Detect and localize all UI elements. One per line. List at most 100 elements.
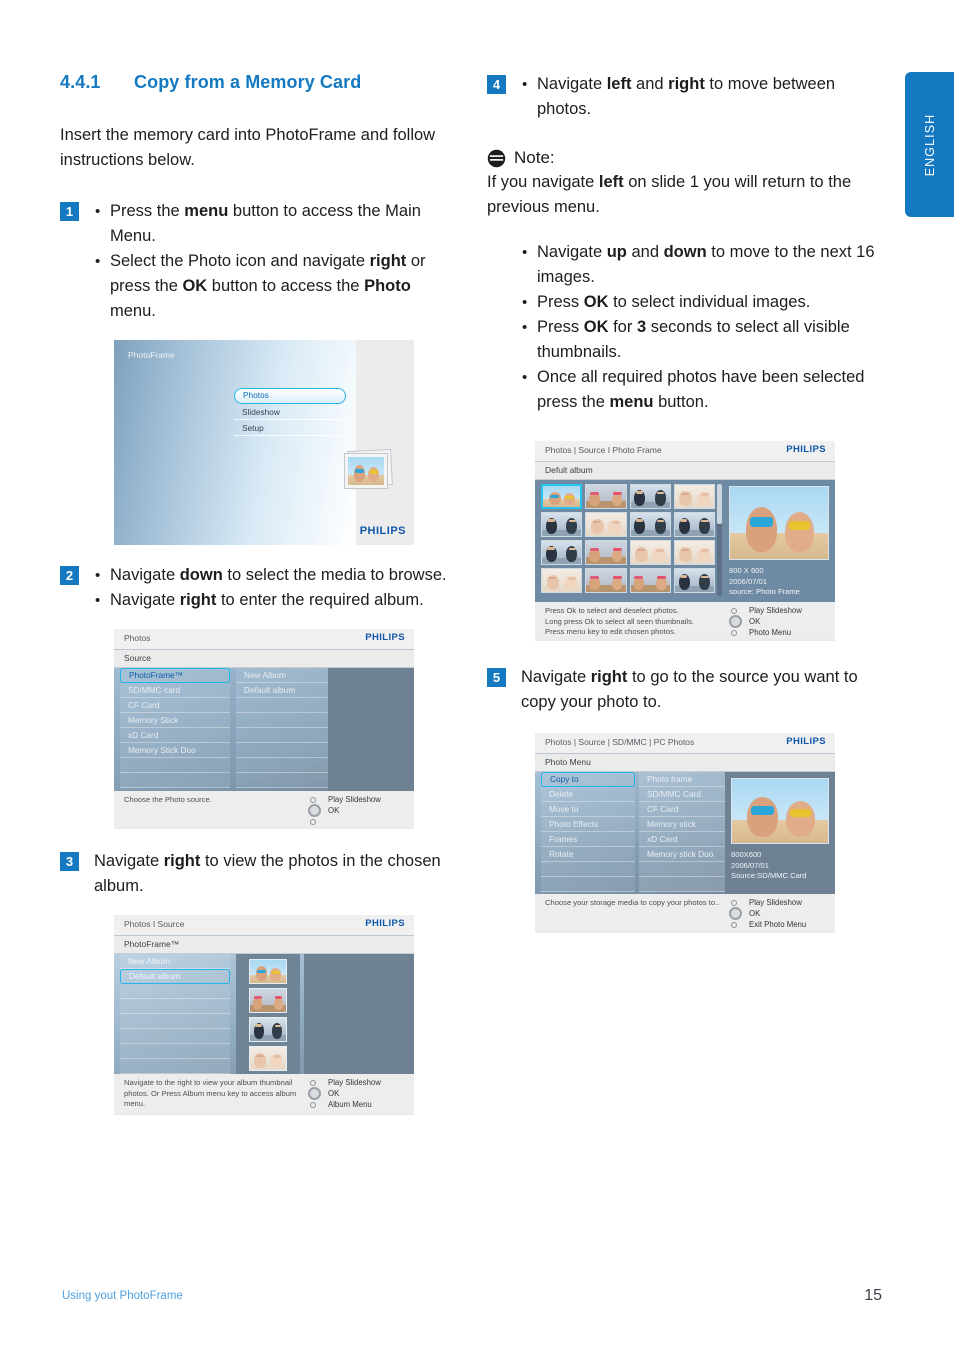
step-3: 3 Navigate right to view the photos in t… [60, 849, 455, 899]
shot2-key-legend: Play Slideshow OK [308, 794, 406, 827]
shot5-dest-memory-stick[interactable]: Memory stick [639, 817, 725, 832]
shot3-thumbnail-2[interactable] [249, 988, 287, 1013]
step-3-badge: 3 [60, 852, 79, 871]
shot2-album-empty-2 [236, 713, 328, 728]
shot2-source-xd[interactable]: xD Card [120, 728, 230, 743]
shot5-menu-rotate[interactable]: Rotate [541, 847, 635, 862]
step-2-badge: 2 [60, 566, 79, 585]
shot4-thumbnail-13[interactable] [541, 568, 583, 593]
shot5-menu-delete[interactable]: Delete [541, 787, 635, 802]
shot3-subtitle: PhotoFrame™ [124, 939, 180, 949]
shot4-header: Photos | Source I Photo Frame PHILIPS [535, 441, 835, 462]
shot4-subtitle: Defult album [545, 465, 593, 475]
shot5-dest-sdmmc[interactable]: SD/MMC Card [639, 787, 725, 802]
shot1-main-menu-list: Photos Slideshow Setup [234, 388, 346, 436]
shot4-scrollbar[interactable] [717, 484, 722, 596]
shot3-key-dot-top [310, 1079, 316, 1086]
shot3-thumbnail-3[interactable] [249, 1017, 287, 1042]
shot2-key-play: Play Slideshow [328, 795, 381, 804]
step-4-badge: 4 [487, 75, 506, 94]
shot2-album-default[interactable]: Default album [236, 683, 328, 698]
shot4-thumbnail-11[interactable] [629, 540, 671, 565]
shot2-source-photoframe[interactable]: PhotoFrame™ [120, 668, 230, 683]
shot4-thumbnail-2[interactable] [585, 484, 627, 509]
shot4-key-legend: Play Slideshow OK Photo Menu [729, 605, 827, 638]
shot1-title: PhotoFrame [128, 350, 175, 360]
shot5-dest-cf[interactable]: CF Card [639, 802, 725, 817]
shot2-album-empty-1 [236, 698, 328, 713]
shot4-thumbnail-1[interactable] [541, 484, 583, 509]
step-5-text: Navigate right to go to the source you w… [521, 668, 858, 711]
shot3-hint: Navigate to the right to view your album… [124, 1078, 297, 1108]
step-2: 2 Navigate down to select the media to b… [60, 563, 455, 613]
shot4-metadata: 800 X 600 2006/07/01 source: Photo Frame [729, 566, 800, 598]
shot5-menu-move-to[interactable]: Move to [541, 802, 635, 817]
shot4-key-ok: OK [749, 617, 761, 626]
shot3-thumbnail-4[interactable] [249, 1046, 287, 1071]
step-2-bullet-2: Navigate right to enter the required alb… [94, 588, 455, 613]
shot5-dest-ms-duo[interactable]: Memory stick Duo [639, 847, 725, 862]
shot4-thumbnail-14[interactable] [585, 568, 627, 593]
shot5-menu-frames[interactable]: Frames [541, 832, 635, 847]
shot2-body: PhotoFrame™ SD/MMC card CF Card Memory S… [114, 668, 414, 791]
shot3-album-new[interactable]: New Album [120, 954, 230, 969]
shot3-footer: Navigate to the right to view your album… [114, 1074, 414, 1113]
shot3-album-empty-5 [120, 1044, 230, 1059]
shot4-thumbnail-6[interactable] [585, 512, 627, 537]
step-4: 4 Navigate left and right to move betwee… [487, 72, 882, 122]
shot2-key-dot-top [310, 796, 316, 803]
shot4-thumbnail-7[interactable] [629, 512, 671, 537]
shot5-dest-xd[interactable]: xD Card [639, 832, 725, 847]
shot5-destination-list: Photo frame SD/MMC Card CF Card Memory s… [639, 772, 725, 892]
shot5-dest-photo-frame[interactable]: Photo frame [639, 772, 725, 787]
shot5-menu-copy-to[interactable]: Copy to [541, 772, 635, 787]
shot4-thumbnail-16[interactable] [673, 568, 715, 593]
language-tab-english: ENGLISH [905, 72, 954, 217]
shot5-subtitle: Photo Menu [545, 757, 591, 767]
shot4-body: 800 X 600 2006/07/01 source: Photo Frame [535, 480, 835, 602]
footer-chapter-label: Using yout PhotoFrame [62, 1290, 183, 1302]
shot2-source-memorystick[interactable]: Memory Stick [120, 713, 230, 728]
shot5-dest-empty-1 [639, 862, 725, 877]
shot4-thumbnail-15[interactable] [629, 568, 671, 593]
shot2-source-cf[interactable]: CF Card [120, 698, 230, 713]
shot4-meta-source: source: Photo Frame [729, 587, 800, 596]
shot2-footer: Choose the Photo source. Play Slideshow … [114, 791, 414, 827]
shot4-thumbnail-10[interactable] [585, 540, 627, 565]
shot1-brand: PHILIPS [359, 525, 406, 537]
shot2-album-empty-6 [236, 773, 328, 788]
shot1-menu-item-photos[interactable]: Photos [234, 388, 346, 404]
shot4-thumbnail-3[interactable] [629, 484, 671, 509]
shot4-footer: Press Ok to select and deselect photos. … [535, 602, 835, 639]
shot2-source-msduo[interactable]: Memory Stick Duo [120, 743, 230, 758]
shot2-hint: Choose the Photo source. [124, 795, 212, 804]
shot3-thumbnail-column[interactable] [236, 954, 300, 1074]
shot2-album-new[interactable]: New Album [236, 668, 328, 683]
shot3-body: New Album Default album [114, 954, 414, 1074]
shot3-album-default[interactable]: Default album [120, 969, 230, 984]
shot5-meta-date: 2006/07/01 [731, 860, 770, 870]
note-icon [487, 149, 506, 167]
right-column: 4 Navigate left and right to move betwee… [487, 72, 882, 933]
shot4-thumbnail-5[interactable] [541, 512, 583, 537]
step-1-bullet-1: Press the menu button to access the Main… [94, 199, 455, 249]
shot3-thumbnail-1[interactable] [249, 959, 287, 984]
shot5-menu-photo-effects[interactable]: Photo Effects [541, 817, 635, 832]
shot4-thumbnail-8[interactable] [673, 512, 715, 537]
shot3-subtitle-bar: PhotoFrame™ [114, 936, 414, 954]
shot2-source-empty-2 [120, 773, 230, 788]
shot1-menu-item-setup[interactable]: Setup [234, 420, 346, 436]
section-number: 4.4.1 [60, 72, 101, 92]
shot1-menu-item-slideshow[interactable]: Slideshow [234, 404, 346, 420]
shot2-source-sdmmc[interactable]: SD/MMC card [120, 683, 230, 698]
step-5-badge: 5 [487, 668, 506, 687]
shot4-thumbnail-4[interactable] [673, 484, 715, 509]
shot4-thumbnail-9[interactable] [541, 540, 583, 565]
shot4-thumbnail-grid[interactable] [541, 484, 715, 593]
shot5-key-exit-photo-menu: Exit Photo Menu [749, 920, 807, 929]
shot2-key-ok: OK [328, 806, 340, 815]
shot5-hint: Choose your storage media to copy your p… [545, 898, 720, 907]
shot4-thumbnail-12[interactable] [673, 540, 715, 565]
page-title: 4.4.1 Copy from a Memory Card [60, 72, 455, 93]
shot5-key-ok: OK [749, 909, 761, 918]
